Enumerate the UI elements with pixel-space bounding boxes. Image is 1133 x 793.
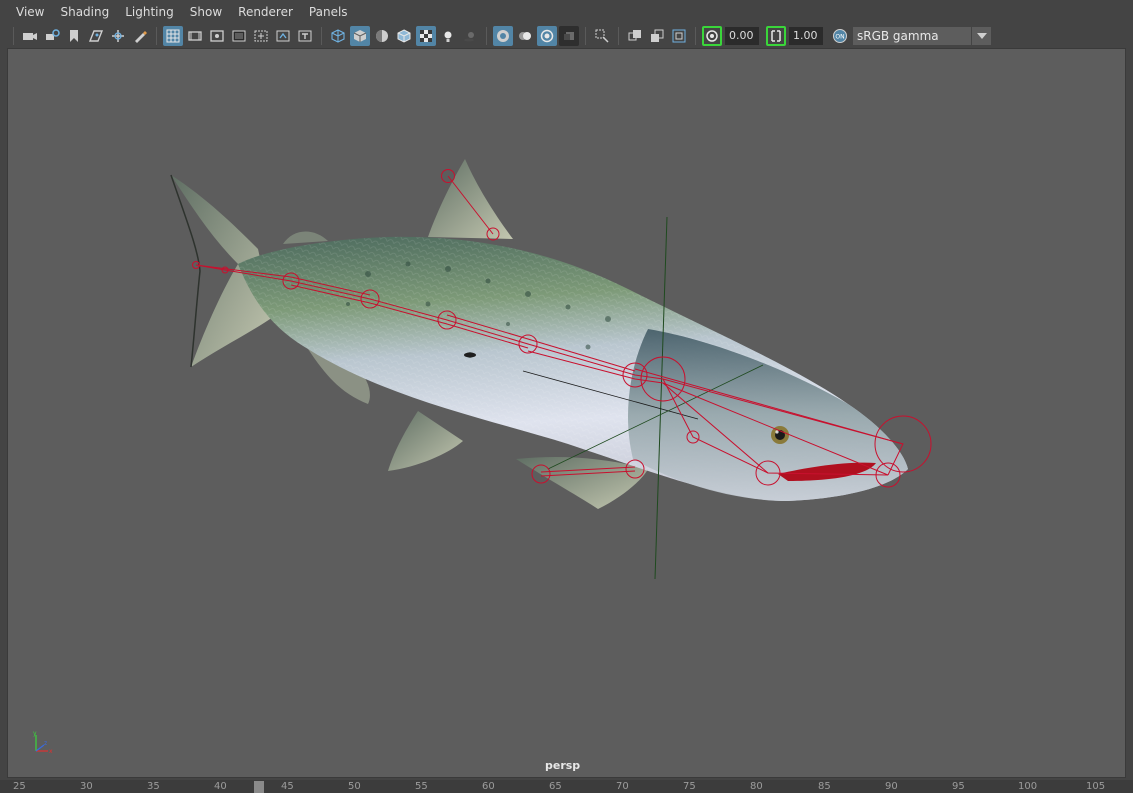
timeline-tick: 70 [616, 781, 629, 792]
two-d-pan-icon[interactable] [108, 26, 128, 46]
isolate-select-icon[interactable] [592, 26, 612, 46]
body-mark [464, 352, 476, 358]
depth-of-field-icon[interactable] [625, 26, 645, 46]
grid-icon[interactable] [163, 26, 183, 46]
camera-name-label: persp [545, 759, 581, 772]
timeline-tick: 75 [683, 781, 696, 792]
menu-shading[interactable]: Shading [52, 2, 117, 22]
timeline-tick: 55 [415, 781, 428, 792]
xray-icon[interactable] [493, 26, 513, 46]
grease-pencil-icon[interactable] [130, 26, 150, 46]
gate-mask-icon[interactable] [229, 26, 249, 46]
timeline-tick: 40 [214, 781, 227, 792]
toolbar-separator [156, 27, 157, 45]
toolbar-separator [13, 27, 14, 45]
color-space-select[interactable]: sRGB gamma [853, 27, 971, 45]
xray-active-components-icon[interactable] [515, 26, 535, 46]
chevron-down-icon[interactable] [971, 27, 991, 45]
timeline-tick: 65 [549, 781, 562, 792]
timeline-tick: 100 [1018, 781, 1038, 792]
scene-canvas[interactable] [8, 49, 1126, 778]
menu-view[interactable]: View [8, 2, 52, 22]
exposure-field[interactable]: 0.00 [725, 27, 759, 45]
multisample-icon[interactable] [669, 26, 689, 46]
backface-culling-icon[interactable] [559, 26, 579, 46]
toolbar-separator [486, 27, 487, 45]
time-slider[interactable]: 25 30 35 40 45 50 55 60 65 70 75 80 85 9… [0, 780, 1133, 793]
exposure-icon[interactable] [702, 26, 722, 46]
bookmark-icon[interactable] [64, 26, 84, 46]
camera-icon[interactable] [20, 26, 40, 46]
gamma-icon[interactable] [766, 26, 786, 46]
camera-attributes-icon[interactable] [42, 26, 62, 46]
timeline-tick: 105 [1086, 781, 1106, 792]
smooth-shade-icon[interactable] [350, 26, 370, 46]
timeline-tick: 95 [952, 781, 965, 792]
svg-text:ON: ON [835, 34, 844, 41]
safe-action-icon[interactable] [273, 26, 293, 46]
toolbar-separator [585, 27, 586, 45]
shadows-icon[interactable] [460, 26, 480, 46]
menu-lighting[interactable]: Lighting [117, 2, 182, 22]
viewport-3d[interactable]: y x z persp [7, 48, 1126, 778]
timeline-tick: 30 [80, 781, 93, 792]
timeline-tick: 85 [818, 781, 831, 792]
shaded-wireframe-icon[interactable] [394, 26, 414, 46]
timeline-tick: 45 [281, 781, 294, 792]
timeline-tick: 80 [750, 781, 763, 792]
toolbar-separator [695, 27, 696, 45]
menu-panels[interactable]: Panels [301, 2, 356, 22]
svg-text:z: z [44, 740, 47, 747]
film-gate-icon[interactable] [185, 26, 205, 46]
resolution-gate-icon[interactable] [207, 26, 227, 46]
panel-toolbar: 0.00 1.00 ON sRGB gamma [0, 24, 1133, 48]
xray-joints-icon[interactable] [537, 26, 557, 46]
timeline-tick: 25 [13, 781, 26, 792]
svg-text:y: y [33, 730, 37, 737]
current-time-marker[interactable] [254, 781, 264, 793]
timeline-tick: 50 [348, 781, 361, 792]
svg-text:x: x [49, 748, 53, 755]
timeline-tick: 90 [885, 781, 898, 792]
salmon-model[interactable] [170, 159, 908, 509]
gamma-field[interactable]: 1.00 [789, 27, 823, 45]
textured-icon[interactable] [416, 26, 436, 46]
view-axis-gizmo: y x z [33, 730, 53, 755]
toolbar-separator [618, 27, 619, 45]
hud-icon[interactable] [647, 26, 667, 46]
timeline-tick: 35 [147, 781, 160, 792]
lights-icon[interactable] [438, 26, 458, 46]
safe-title-icon[interactable] [295, 26, 315, 46]
default-material-icon[interactable] [372, 26, 392, 46]
wireframe-icon[interactable] [328, 26, 348, 46]
menu-renderer[interactable]: Renderer [230, 2, 301, 22]
menu-show[interactable]: Show [182, 2, 230, 22]
image-plane-icon[interactable] [86, 26, 106, 46]
panel-menu-bar: View Shading Lighting Show Renderer Pane… [0, 0, 1133, 24]
color-management-icon[interactable]: ON [830, 26, 850, 46]
field-chart-icon[interactable] [251, 26, 271, 46]
timeline-tick: 60 [482, 781, 495, 792]
toolbar-separator [321, 27, 322, 45]
